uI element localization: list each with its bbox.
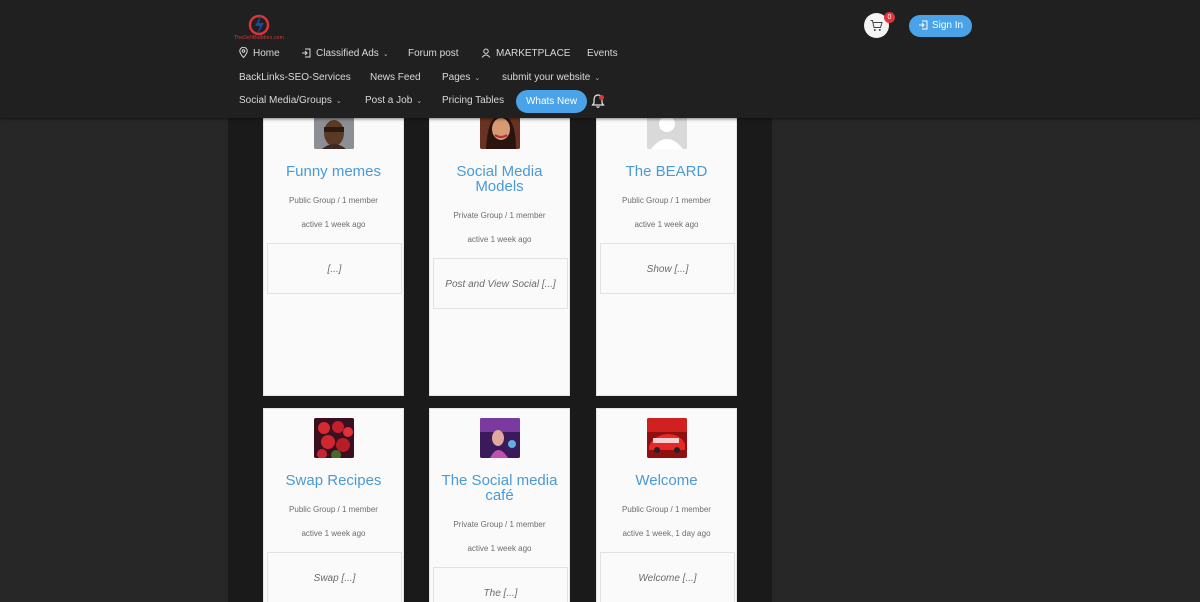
nav-label: MARKETPLACE	[496, 48, 571, 59]
chevron-down-icon: ⌄	[416, 98, 423, 105]
group-card-welcome[interactable]: Welcome Public Group / 1 member active 1…	[596, 408, 737, 602]
nav-label: Forum post	[408, 48, 459, 59]
group-title[interactable]: Welcome	[601, 473, 732, 488]
nav-label: submit your website	[502, 72, 591, 83]
nav-events[interactable]: Events	[587, 45, 618, 63]
group-activity: active 1 week ago	[301, 220, 366, 229]
chevron-down-icon: ⌄	[474, 75, 481, 82]
cart-icon	[870, 20, 883, 31]
group-card-the-beard[interactable]: The BEARD Public Group / 1 member active…	[596, 90, 737, 396]
group-description: [...]	[267, 243, 402, 294]
group-description: Post and View Social [...]	[433, 258, 568, 309]
group-card-social-media-models[interactable]: Social Media Models Private Group / 1 me…	[429, 90, 570, 396]
nav-label: Post a Job	[365, 95, 413, 106]
user-icon	[481, 48, 491, 58]
group-avatar-social-media-cafe[interactable]	[479, 418, 520, 458]
group-meta: Private Group / 1 member	[453, 520, 546, 529]
nav-pages[interactable]: Pages ⌄	[442, 69, 480, 87]
group-card-social-media-cafe[interactable]: The Social media café Private Group / 1 …	[429, 408, 570, 602]
nav-news-feed[interactable]: News Feed	[370, 69, 421, 87]
nav-forum-post[interactable]: Forum post	[408, 45, 459, 63]
group-title[interactable]: Swap Recipes	[268, 473, 399, 488]
nav-label: Social Media/Groups	[239, 95, 332, 106]
chevron-down-icon: ⌄	[335, 98, 342, 105]
login-icon	[918, 20, 928, 30]
group-description: Welcome [...]	[600, 552, 735, 602]
group-meta: Public Group / 1 member	[289, 196, 378, 205]
notification-dot	[599, 95, 604, 100]
site-header: TheDefiBuddies.com Home Classified Ads ⌄ …	[0, 0, 1200, 118]
chevron-down-icon: ⌄	[594, 75, 601, 82]
group-title[interactable]: The BEARD	[601, 164, 732, 179]
nav-label: Events	[587, 48, 618, 59]
sign-in-button[interactable]: Sign In	[909, 15, 972, 37]
group-title[interactable]: The Social media café	[434, 473, 565, 503]
group-title[interactable]: Social Media Models	[434, 164, 565, 194]
nav-label: Pages	[442, 72, 471, 83]
nav-pricing-tables[interactable]: Pricing Tables	[442, 92, 504, 110]
group-avatar-swap-recipes[interactable]	[313, 418, 354, 458]
nav-label: Pricing Tables	[442, 95, 505, 106]
group-activity: active 1 week ago	[301, 529, 366, 538]
group-meta: Public Group / 1 member	[622, 505, 711, 514]
group-description: Show [...]	[600, 243, 735, 294]
sign-in-label: Sign In	[931, 20, 964, 31]
group-meta: Private Group / 1 member	[453, 211, 546, 220]
nav-post-a-job[interactable]: Post a Job ⌄	[365, 92, 422, 110]
nav-label: Home	[253, 48, 280, 59]
chevron-down-icon: ⌄	[382, 51, 389, 58]
nav-label: Classified Ads	[316, 48, 379, 59]
group-activity: active 1 week, 1 day ago	[622, 529, 711, 538]
nav-marketplace[interactable]: MARKETPLACE	[481, 45, 570, 63]
group-card-funny-memes[interactable]: Funny memes Public Group / 1 member acti…	[263, 90, 404, 396]
nav-social-media-groups[interactable]: Social Media/Groups ⌄	[239, 92, 342, 110]
site-logo-text: TheDefiBuddies.com	[233, 35, 284, 41]
group-description: The [...]	[433, 567, 568, 602]
login-icon	[302, 48, 311, 58]
nav-label: BackLinks-SEO-Services	[239, 72, 351, 83]
group-activity: active 1 week ago	[467, 544, 532, 553]
nav-backlinks-seo[interactable]: BackLinks-SEO-Services	[239, 69, 351, 87]
group-avatar-welcome[interactable]	[646, 418, 687, 458]
nav-label: News Feed	[370, 72, 421, 83]
map-pin-icon	[239, 46, 248, 59]
cart-count-badge: 0	[884, 12, 895, 23]
group-card-swap-recipes[interactable]: Swap Recipes Public Group / 1 member act…	[263, 408, 404, 602]
group-description: Swap [...]	[267, 552, 402, 602]
nav-classified-ads[interactable]: Classified Ads ⌄	[301, 45, 389, 63]
nav-submit-website[interactable]: submit your website ⌄	[502, 69, 600, 87]
nav-home[interactable]: Home	[239, 45, 280, 63]
group-activity: active 1 week ago	[634, 220, 699, 229]
group-title[interactable]: Funny memes	[268, 164, 399, 179]
group-meta: Public Group / 1 member	[289, 505, 378, 514]
group-activity: active 1 week ago	[467, 235, 532, 244]
whats-new-button[interactable]: Whats New	[516, 90, 587, 113]
group-meta: Public Group / 1 member	[622, 196, 711, 205]
